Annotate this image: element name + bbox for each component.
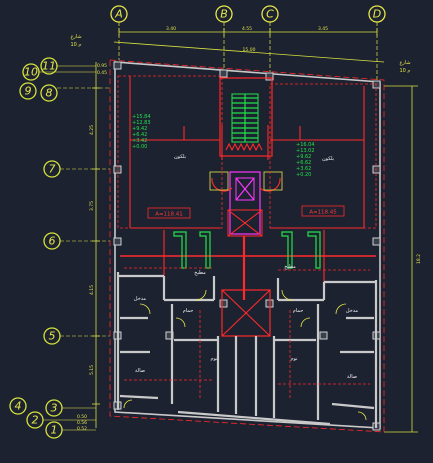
svg-text:صالة: صالة — [347, 374, 357, 380]
svg-text:1: 1 — [51, 424, 58, 437]
svg-text:نوم: نوم — [210, 356, 217, 362]
street-label-top-right: شارع 10 م — [399, 60, 410, 74]
svg-text:10: 10 — [24, 66, 38, 79]
row-grid-1: 1 — [45, 421, 96, 439]
svg-text:+0.20: +0.20 — [296, 172, 311, 178]
row-grid-10: 10 — [22, 63, 96, 81]
dim-a-b: 3.40 — [166, 26, 176, 32]
dim-small-1: 0.95 — [97, 63, 107, 69]
svg-text:7: 7 — [49, 163, 56, 176]
staircase — [219, 77, 273, 160]
dim-b-c: 4.55 — [242, 26, 252, 32]
svg-text:مدخل: مدخل — [346, 308, 359, 314]
top-total-dimension: 15.00 — [113, 41, 385, 63]
svg-text:A=118.45: A=118.45 — [309, 210, 337, 216]
structural-columns — [113, 61, 381, 431]
row-grid-8: 8 — [40, 84, 110, 102]
column-label-c: C — [266, 8, 274, 21]
svg-text:صالة: صالة — [135, 368, 145, 374]
street-left-line2: 10 م — [70, 42, 81, 48]
row-grid-5: 5 — [43, 327, 110, 345]
svg-text:حمام: حمام — [183, 308, 194, 314]
column-label-d: D — [373, 8, 381, 21]
svg-text:مطبخ: مطبخ — [284, 264, 296, 270]
svg-text:3: 3 — [51, 402, 58, 415]
svg-text:مدخل: مدخل — [134, 296, 147, 302]
building-outline — [109, 59, 385, 433]
street-label-top-left: شارع 10 م — [70, 34, 81, 48]
area-label-left: A=118.41 — [147, 207, 191, 219]
svg-text:5: 5 — [49, 330, 56, 343]
level-notes-right: +16.04 +13.02 +9.62 +6.62 +3.62 +0.20 — [296, 142, 315, 178]
svg-text:11: 11 — [42, 60, 56, 73]
row-grid-11: 11 — [40, 57, 96, 75]
lower-walls — [116, 272, 378, 428]
column-grid-c: C — [261, 5, 279, 72]
dim-small-2: 0.45 — [97, 70, 107, 76]
svg-text:6: 6 — [49, 235, 56, 248]
dim-small-3: 0.50 — [77, 414, 87, 420]
svg-text:8: 8 — [46, 87, 53, 100]
dim-small-5: 0.52 — [77, 426, 87, 432]
street-right-line2: 10 م — [399, 68, 410, 74]
dim-total: 15.00 — [243, 47, 256, 53]
street-left-line1: شارع — [70, 34, 81, 40]
svg-text:9: 9 — [25, 85, 32, 98]
light-well — [221, 289, 271, 337]
column-label-b: B — [220, 8, 228, 21]
dim-row-8-7: 4.25 — [89, 125, 95, 135]
dim-row-5-4: 5.15 — [89, 365, 95, 375]
flat-red-outlines — [117, 75, 377, 229]
column-label-a: A — [114, 8, 123, 21]
left-dimension-chain: 4.25 3.75 4.15 5.15 0.95 0.45 0.50 0.56 … — [77, 62, 107, 432]
svg-text:A=118.41: A=118.41 — [155, 212, 183, 218]
row-grid-9: 9 — [19, 82, 37, 100]
svg-text:نوم: نوم — [290, 356, 297, 362]
dim-row-7-6: 3.75 — [89, 201, 95, 211]
row-grid-6: 6 — [43, 232, 110, 250]
svg-text:2: 2 — [32, 414, 39, 427]
lower-red-boundaries — [124, 267, 370, 400]
svg-text:مطبخ: مطبخ — [194, 270, 206, 276]
elevator-shaft — [209, 171, 283, 237]
street-right-line1: شارع — [399, 60, 410, 66]
svg-text:بلكون: بلكون — [174, 154, 186, 160]
column-grid-d: D — [368, 5, 386, 82]
svg-text:+0.00: +0.00 — [132, 144, 147, 150]
dim-c-d: 3.45 — [318, 26, 328, 32]
door-swings — [123, 289, 367, 421]
row-grid-7: 7 — [43, 160, 110, 178]
column-grid-b: B — [215, 5, 233, 70]
svg-text:4: 4 — [15, 400, 22, 413]
svg-text:حمام: حمام — [293, 308, 304, 314]
svg-text:بلكون: بلكون — [322, 156, 334, 162]
kitchen-units — [173, 231, 321, 269]
row-grid-4: 4 — [9, 397, 27, 415]
row-grid-3: 3 — [45, 399, 96, 417]
dim-right-total: 18.2 — [416, 254, 422, 264]
cad-floor-plan: A B C D 3.40 4.55 3.45 15.00 شارع 10 م ش… — [9, 5, 422, 439]
right-dimension: 18.2 — [384, 85, 422, 433]
top-dimension-chain: 3.40 4.55 3.45 — [118, 26, 378, 36]
dim-small-4: 0.56 — [77, 420, 87, 426]
dim-row-6-5: 4.15 — [89, 285, 95, 295]
level-notes-left: +15.84 +12.83 +9.42 +6.42 +3.42 +0.00 — [132, 114, 151, 150]
area-label-right: A=118.45 — [301, 205, 345, 217]
